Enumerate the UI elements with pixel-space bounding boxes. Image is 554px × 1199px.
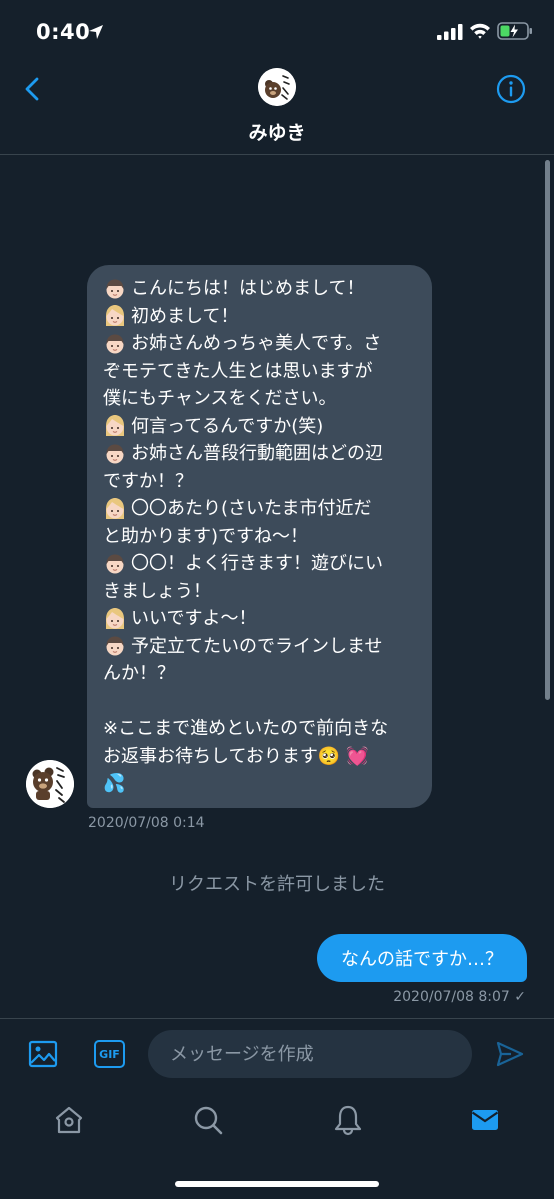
message-line-text: 予定立てたいのでラインしませ (131, 635, 383, 657)
man-emoji-icon (106, 554, 124, 574)
message-line: お姉さんめっちゃ美人です。さ (103, 330, 418, 358)
message-line: 予定立てたいのでラインしませ (103, 633, 418, 661)
woman-emoji-icon (106, 497, 124, 519)
message-line: お返事お待ちしております🥺 💓 (103, 743, 418, 771)
woman-emoji-icon (106, 607, 124, 629)
message-line-text: こんにちは！はじめまして！ (131, 278, 365, 299)
message-line-text: いいですよ〜！ (131, 608, 257, 629)
woman-emoji-icon (106, 305, 124, 327)
message-line: ※ここまで進めといたので前向きな (103, 715, 418, 743)
message-line-text: お姉さんめっちゃ美人です。さ (131, 333, 382, 354)
message-line: んか！？ (103, 660, 418, 688)
location-arrow-icon (89, 25, 103, 39)
battery-charging-icon (497, 22, 532, 40)
message-line-text: と助かります)ですね〜！ (103, 525, 309, 547)
message-line-text: 何言ってるんですか(笑) (131, 415, 324, 437)
bear-icon (26, 760, 74, 808)
message-line: いいですよ〜！ (103, 605, 418, 633)
conversation-title[interactable]: みゆき (0, 118, 554, 145)
message-line: 〇〇！よく行きます！遊びにい (103, 550, 418, 578)
message-line: 僕にもチャンスをください。 (103, 385, 418, 413)
message-line: 何言ってるんですか(笑) (103, 413, 418, 441)
message-line: ですか！？ (103, 468, 418, 496)
bear-icon (258, 68, 296, 106)
header-avatar[interactable] (258, 68, 296, 106)
wifi-icon (470, 23, 490, 39)
search-icon[interactable] (192, 1104, 224, 1136)
message-input[interactable] (148, 1030, 472, 1078)
message-line: ぞモテてきた人生とは思いますが (103, 358, 418, 386)
message-line-text: お返事お待ちしております🥺 💓 (103, 745, 369, 767)
man-emoji-icon (106, 279, 124, 299)
message-line-text: 僕にもチャンスをください。 (103, 388, 337, 409)
bell-icon[interactable] (332, 1104, 364, 1136)
message-line-text: ※ここまで進めといたので前向きな (103, 718, 389, 739)
status-time: 0:40 (36, 20, 91, 44)
outgoing-message-bubble[interactable]: なんの話ですか…？ (317, 934, 527, 982)
message-line-text: んか！？ (103, 663, 175, 684)
gif-button[interactable]: GIF (94, 1040, 125, 1068)
message-composer: GIF (0, 1018, 554, 1090)
message-line-text: 〇〇！よく行きます！遊びにい (131, 553, 383, 574)
message-line-text: 〇〇あたり(さいたま市付近だ (131, 498, 372, 519)
message-line-text: ですか！？ (103, 470, 193, 492)
sender-avatar[interactable] (26, 760, 74, 808)
man-emoji-icon (106, 636, 124, 656)
status-bar: 0:40 (0, 0, 554, 60)
info-button[interactable] (495, 73, 527, 105)
message-line (103, 688, 418, 716)
message-line: 〇〇あたり(さいたま市付近だ (103, 495, 418, 523)
message-line: こんにちは！はじめまして！ (103, 275, 418, 303)
image-icon[interactable] (28, 1039, 58, 1069)
message-line-text: 初めまして！ (131, 305, 239, 327)
message-line: きましょう！ (103, 578, 418, 606)
woman-emoji-icon (106, 415, 124, 437)
man-emoji-icon (106, 444, 124, 464)
incoming-message-bubble[interactable]: こんにちは！はじめまして！ 初めまして！ お姉さんめっちゃ美人です。さぞモテてきた人… (87, 265, 432, 808)
incoming-timestamp: 2020/07/08 0:14 (88, 815, 205, 831)
send-icon[interactable] (495, 1039, 525, 1069)
home-indicator (175, 1181, 379, 1187)
scrollbar[interactable] (545, 160, 550, 700)
conversation-header: みゆき (0, 60, 554, 155)
home-icon[interactable] (53, 1104, 85, 1136)
man-emoji-icon (106, 334, 124, 354)
system-message: リクエストを許可しました (169, 874, 385, 895)
message-line-text: きましょう！ (103, 580, 211, 602)
signal-icon (437, 24, 463, 40)
message-line: 💦 (103, 770, 418, 798)
message-line: お姉さん普段行動範囲はどの辺 (103, 440, 418, 468)
back-button[interactable] (18, 74, 48, 104)
message-line-text: ぞモテてきた人生とは思いますが (103, 360, 373, 382)
message-line: 初めまして！ (103, 303, 418, 331)
mail-icon[interactable] (469, 1104, 501, 1136)
message-line-text: 💦 (103, 773, 126, 794)
message-line-text: お姉さん普段行動範囲はどの辺 (131, 443, 383, 464)
message-line: と助かります)ですね〜！ (103, 523, 418, 551)
outgoing-timestamp: 2020/07/08 8:07 ✓ (393, 989, 526, 1005)
